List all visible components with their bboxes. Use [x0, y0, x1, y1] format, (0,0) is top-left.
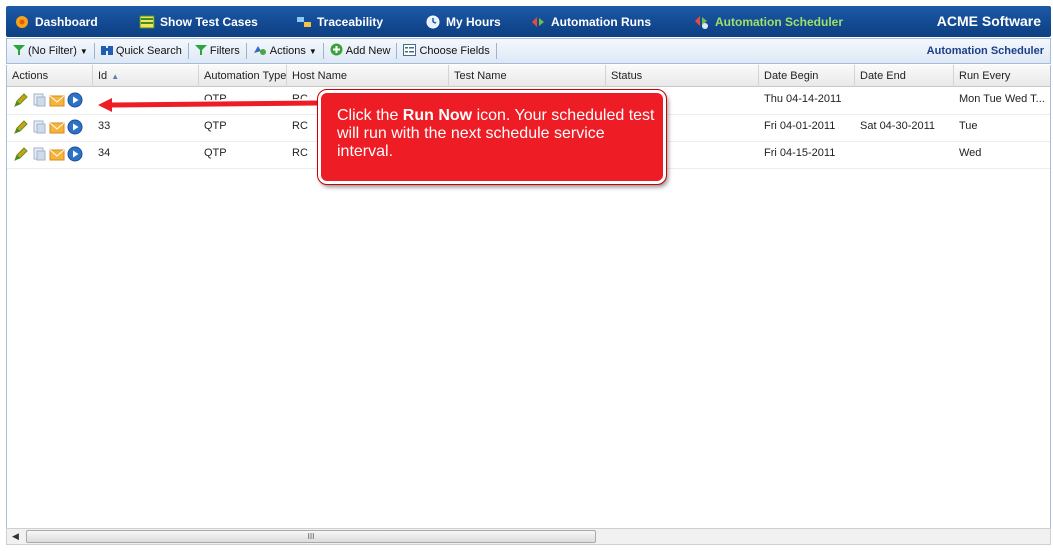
- actions-label: Actions: [269, 45, 306, 57]
- choose-fields-label: Choose Fields: [419, 45, 490, 57]
- grid-toolbar: (No Filter) ▼ Quick Search Filters Actio…: [6, 38, 1051, 64]
- column-header-date-end[interactable]: Date End: [855, 65, 954, 87]
- sort-ascending-icon: ▲: [111, 72, 120, 81]
- cell-run-every: Mon Tue Wed T...: [959, 93, 1045, 105]
- cell-date-begin: Fri 04-15-2011: [764, 147, 836, 159]
- choose-fields-icon: [403, 43, 417, 59]
- filters-button[interactable]: Filters: [189, 40, 246, 62]
- callout-arrow: [95, 96, 322, 114]
- edit-icon[interactable]: [13, 146, 29, 162]
- cell-automation-type: QTP: [204, 147, 227, 159]
- filter-funnel-icon: [13, 44, 25, 59]
- column-header-date-begin[interactable]: Date Begin: [759, 65, 855, 87]
- clock-icon: [425, 15, 441, 29]
- chevron-down-icon: ▼: [79, 46, 88, 56]
- quick-search-label: Quick Search: [115, 45, 182, 57]
- tab-automation-runs[interactable]: Automation Runs: [530, 6, 651, 37]
- tab-dashboard-label: Dashboard: [35, 14, 98, 29]
- tab-automation-runs-label: Automation Runs: [551, 14, 651, 29]
- top-navigation-bar: Dashboard Show Test Cases Traceability M…: [6, 6, 1051, 37]
- cell-id: 34: [98, 147, 111, 159]
- filter-dropdown-label: (No Filter): [28, 45, 77, 57]
- column-header-actions[interactable]: Actions: [7, 65, 93, 87]
- column-header-status[interactable]: Status: [606, 65, 759, 87]
- run-now-icon[interactable]: [67, 92, 83, 108]
- test-cases-icon: [139, 15, 155, 29]
- quick-search-icon: [100, 44, 113, 59]
- toolbar-divider: [495, 43, 497, 59]
- tab-my-hours-label: My Hours: [446, 14, 501, 29]
- filter-dropdown[interactable]: (No Filter) ▼: [7, 40, 94, 62]
- column-header-id[interactable]: Id ▲: [93, 65, 199, 87]
- tab-show-test-cases-label: Show Test Cases: [160, 14, 258, 29]
- run-now-icon[interactable]: [67, 119, 83, 135]
- actions-icon: [253, 44, 267, 59]
- column-header-run-every[interactable]: Run Every: [954, 65, 1050, 87]
- cell-automation-type: QTP: [204, 120, 227, 132]
- callout-emphasis: Run Now: [402, 107, 473, 124]
- cell-date-end: [855, 142, 954, 169]
- scheduler-icon: [694, 15, 710, 29]
- automation-runs-icon: [530, 15, 546, 29]
- grid-header: Actions Id ▲ Automation Type Host Name Te…: [7, 65, 1050, 87]
- tab-traceability-label: Traceability: [317, 14, 384, 29]
- toolbar-page-title: Automation Scheduler: [926, 45, 1044, 57]
- callout-text: Click the Run Now icon. Your scheduled t…: [337, 107, 655, 160]
- column-header-automation-type[interactable]: Automation Type: [199, 65, 287, 87]
- scrollbar-thumb[interactable]: III: [26, 530, 596, 543]
- edit-icon[interactable]: [13, 92, 29, 108]
- chevron-down-icon: ▼: [308, 46, 317, 56]
- copy-icon[interactable]: [31, 92, 47, 108]
- filters-label: Filters: [209, 45, 240, 57]
- brand-name: ACME Software: [936, 13, 1041, 29]
- dashboard-icon: [14, 15, 30, 29]
- cell-date-end: Sat 04-30-2011: [860, 120, 936, 132]
- cell-date-begin: Fri 04-01-2011: [764, 120, 836, 132]
- row-actions: [13, 146, 83, 162]
- cell-run-every: Tue: [959, 120, 978, 132]
- scroll-left-arrow-icon[interactable]: ◀: [7, 529, 24, 544]
- add-icon: [330, 43, 343, 59]
- run-now-icon[interactable]: [67, 146, 83, 162]
- tab-show-test-cases[interactable]: Show Test Cases: [139, 6, 258, 37]
- quick-search-button[interactable]: Quick Search: [95, 40, 188, 62]
- actions-dropdown[interactable]: Actions ▼: [247, 40, 323, 62]
- horizontal-scrollbar[interactable]: ◀ III: [6, 528, 1051, 545]
- filters-funnel-icon: [194, 44, 207, 59]
- column-header-test-name[interactable]: Test Name: [449, 65, 606, 87]
- tab-automation-scheduler[interactable]: Automation Scheduler: [694, 6, 843, 37]
- cell-date-end: [855, 88, 954, 115]
- tab-dashboard[interactable]: Dashboard: [14, 6, 98, 37]
- tab-automation-scheduler-label: Automation Scheduler: [715, 14, 844, 29]
- row-actions: [13, 119, 83, 135]
- email-icon[interactable]: [49, 146, 65, 162]
- email-icon[interactable]: [49, 119, 65, 135]
- scrollbar-grip: III: [307, 532, 315, 541]
- email-icon[interactable]: [49, 92, 65, 108]
- edit-icon[interactable]: [13, 119, 29, 135]
- tab-my-hours[interactable]: My Hours: [425, 6, 501, 37]
- cell-date-begin: Thu 04-14-2011: [764, 93, 842, 105]
- choose-fields-button[interactable]: Choose Fields: [397, 40, 495, 62]
- instruction-callout: Click the Run Now icon. Your scheduled t…: [317, 89, 667, 185]
- copy-icon[interactable]: [31, 146, 47, 162]
- tab-traceability[interactable]: Traceability: [296, 6, 383, 37]
- top-navigation: Dashboard Show Test Cases Traceability M…: [0, 0, 1053, 40]
- cell-id: 33: [98, 120, 111, 132]
- cell-run-every: Wed: [959, 147, 982, 159]
- add-new-label: Add New: [345, 45, 391, 57]
- traceability-icon: [296, 15, 312, 29]
- add-new-button[interactable]: Add New: [324, 40, 397, 62]
- copy-icon[interactable]: [31, 119, 47, 135]
- column-header-host-name[interactable]: Host Name: [287, 65, 449, 87]
- row-actions: [13, 92, 83, 108]
